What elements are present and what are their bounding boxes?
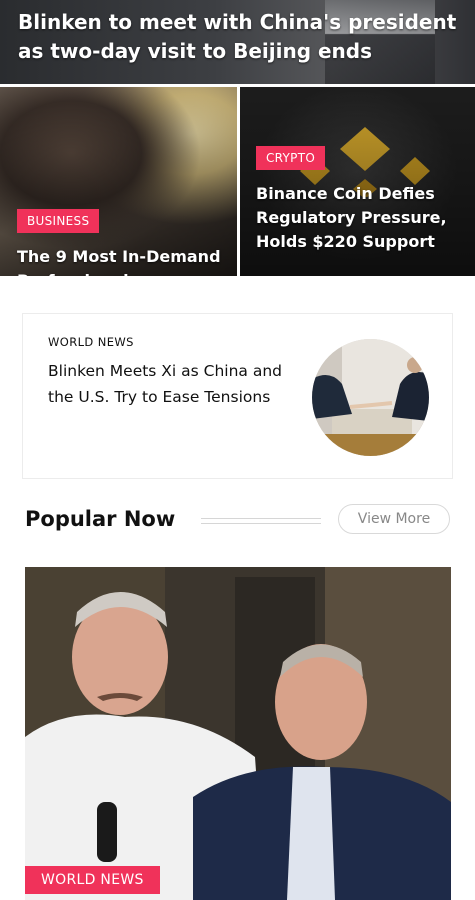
feature-photo — [25, 567, 451, 900]
card-thumbnail[interactable] — [312, 339, 429, 456]
story-tile-crypto[interactable]: CRYPTO Binance Coin Defies Regulatory Pr… — [240, 87, 475, 276]
category-badge[interactable]: BUSINESS — [17, 209, 100, 233]
category-badge[interactable]: WORLD NEWS — [25, 866, 160, 894]
tile-title[interactable]: Binance Coin Defies Regulatory Pressure,… — [256, 182, 467, 254]
hero-title[interactable]: Blinken to meet with China's president a… — [18, 8, 457, 66]
handshake-photo — [312, 339, 429, 456]
hero-story[interactable]: Blinken to meet with China's president a… — [0, 0, 475, 84]
card-category[interactable]: WORLD NEWS — [48, 335, 134, 349]
tile-title[interactable]: The 9 Most In-Demand Professional Certif… — [17, 245, 229, 276]
popular-feature-story[interactable]: WORLD NEWS — [25, 567, 451, 900]
section-divider — [201, 518, 321, 524]
section-title: Popular Now — [25, 507, 176, 531]
card-title[interactable]: Blinken Meets Xi as China and the U.S. T… — [48, 358, 303, 410]
story-tile-business[interactable]: BUSINESS The 9 Most In-Demand Profession… — [0, 87, 237, 276]
popular-now-header: Popular Now View More — [25, 504, 453, 536]
news-card[interactable]: WORLD NEWS Blinken Meets Xi as China and… — [22, 313, 453, 479]
category-badge[interactable]: CRYPTO — [256, 146, 326, 170]
view-more-button[interactable]: View More — [338, 504, 450, 534]
